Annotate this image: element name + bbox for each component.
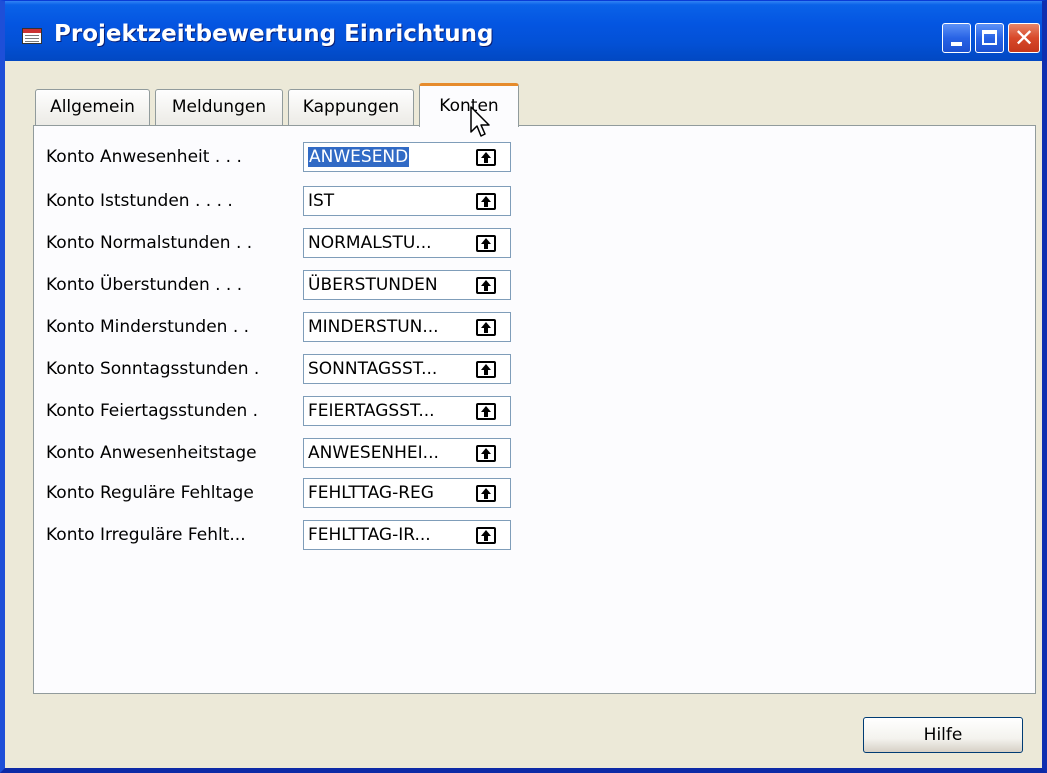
account-input[interactable]: NORMALSTU... — [303, 228, 511, 258]
form-icon — [22, 28, 42, 44]
lookup-arrow-icon[interactable] — [476, 527, 496, 544]
account-input[interactable]: FEHLTTAG-REG — [303, 478, 511, 508]
mouse-cursor-icon — [470, 106, 490, 137]
lookup-arrow-icon[interactable] — [476, 235, 496, 252]
field-value[interactable]: MINDERSTUN... — [308, 313, 468, 341]
field-value[interactable]: SONNTAGSST... — [308, 355, 468, 383]
field-label: Konto Anwesenheitstage — [46, 443, 257, 463]
title-bar[interactable]: Projektzeitbewertung Einrichtung ✕ — [5, 1, 1042, 61]
maximize-button[interactable] — [975, 23, 1004, 53]
account-input[interactable]: FEIERTAGSST... — [303, 396, 511, 426]
field-value[interactable]: ANWESEND — [308, 143, 468, 171]
minimize-button[interactable] — [942, 23, 971, 53]
account-input[interactable]: ANWESEND — [303, 142, 511, 172]
lookup-arrow-icon[interactable] — [476, 319, 496, 336]
field-label: Konto Überstunden . . . — [46, 275, 243, 295]
lookup-arrow-icon[interactable] — [476, 445, 496, 462]
field-value[interactable]: FEHLTTAG-IR... — [308, 521, 468, 549]
lookup-arrow-icon[interactable] — [476, 193, 496, 210]
account-input[interactable]: ÜBERSTUNDEN — [303, 270, 511, 300]
lookup-arrow-icon[interactable] — [476, 403, 496, 420]
close-button[interactable]: ✕ — [1008, 23, 1040, 53]
field-label: Konto Irreguläre Fehlt... — [46, 525, 246, 545]
window-title: Projektzeitbewertung Einrichtung — [54, 21, 494, 47]
field-value[interactable]: FEHLTTAG-REG — [308, 479, 468, 507]
account-input[interactable]: ANWESENHEI... — [303, 438, 511, 468]
lookup-arrow-icon[interactable] — [476, 361, 496, 378]
account-input[interactable]: SONNTAGSST... — [303, 354, 511, 384]
minimize-icon — [951, 42, 962, 46]
field-label: Konto Sonntagsstunden . — [46, 359, 260, 379]
maximize-icon — [982, 30, 997, 45]
field-label: Konto Iststunden . . . . — [46, 191, 233, 211]
lookup-arrow-icon[interactable] — [476, 149, 496, 166]
account-input[interactable]: IST — [303, 186, 511, 216]
lookup-arrow-icon[interactable] — [476, 485, 496, 502]
field-value[interactable]: ÜBERSTUNDEN — [308, 271, 468, 299]
tab-allgemein[interactable]: Allgemein — [35, 89, 150, 125]
field-value[interactable]: IST — [308, 187, 468, 215]
tab-konten[interactable]: Konten — [419, 83, 519, 127]
tab-meldungen[interactable]: Meldungen — [155, 89, 283, 125]
field-label: Konto Anwesenheit . . . — [46, 147, 242, 167]
account-input[interactable]: MINDERSTUN... — [303, 312, 511, 342]
field-label: Konto Minderstunden . . — [46, 317, 250, 337]
lookup-arrow-icon[interactable] — [476, 277, 496, 294]
close-icon: ✕ — [1013, 24, 1035, 52]
account-input[interactable]: FEHLTTAG-IR... — [303, 520, 511, 550]
dialog-window: Projektzeitbewertung Einrichtung ✕ Allge… — [0, 0, 1047, 773]
help-button[interactable]: Hilfe — [863, 717, 1023, 753]
tab-kappungen[interactable]: Kappungen — [288, 89, 414, 125]
field-value[interactable]: ANWESENHEI... — [308, 439, 468, 467]
field-label: Konto Reguläre Fehltage — [46, 483, 254, 503]
field-label: Konto Feiertagsstunden . — [46, 401, 259, 421]
field-label: Konto Normalstunden . . — [46, 233, 253, 253]
field-value[interactable]: NORMALSTU... — [308, 229, 468, 257]
field-value[interactable]: FEIERTAGSST... — [308, 397, 468, 425]
